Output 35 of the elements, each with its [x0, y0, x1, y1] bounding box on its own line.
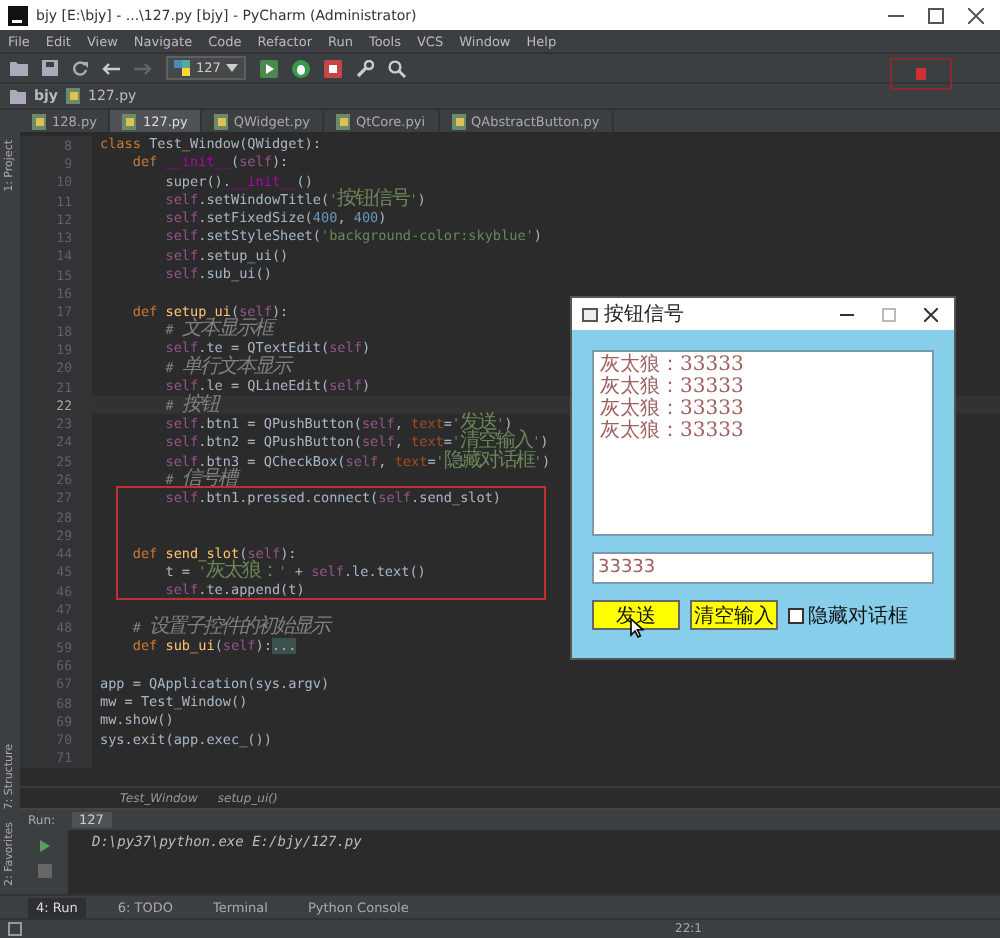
sync-icon[interactable] — [72, 60, 88, 76]
back-arrow-icon[interactable] — [102, 61, 120, 75]
save-icon[interactable] — [42, 60, 58, 76]
push-button[interactable]: 清空输入 — [690, 600, 778, 630]
close-icon[interactable] — [968, 7, 984, 23]
run-icon[interactable] — [260, 59, 279, 77]
dialog-title: 按钮信号 — [604, 301, 684, 328]
python-file-icon — [335, 113, 350, 129]
python-file-icon — [32, 113, 46, 129]
app-icon — [8, 5, 28, 25]
python-file-icon — [213, 113, 228, 129]
checkbox[interactable] — [788, 607, 804, 623]
debug-icon[interactable] — [292, 59, 311, 77]
close-icon[interactable] — [924, 307, 938, 321]
text-line: 灰太狼：33333 — [600, 354, 746, 376]
python-file-icon — [122, 113, 137, 129]
maximize-icon[interactable] — [928, 7, 944, 23]
app-icon — [582, 307, 598, 321]
stop-icon[interactable] — [324, 59, 343, 77]
python-file-icon — [451, 113, 466, 129]
search-icon[interactable] — [388, 59, 407, 77]
rerun-icon[interactable] — [36, 838, 52, 854]
caret-icon — [226, 64, 239, 72]
python-file-icon — [65, 88, 80, 104]
text-line: 灰太狼：33333 — [600, 376, 746, 398]
input-field[interactable]: 33333 — [592, 552, 934, 584]
text-area[interactable]: 灰太狼：33333 灰太狼：33333 灰太狼：33333 灰太狼：33333 — [592, 350, 934, 536]
text-line: 灰太狼：33333 — [600, 398, 746, 420]
layout-icon[interactable] — [8, 922, 22, 936]
maximize-icon — [882, 307, 896, 321]
python-icon — [174, 60, 190, 76]
wrench-icon[interactable] — [356, 59, 375, 77]
marker-icon — [916, 68, 926, 80]
text-line: 灰太狼：33333 — [600, 420, 746, 442]
checkbox-label[interactable]: 隐藏对话框 — [808, 601, 908, 629]
